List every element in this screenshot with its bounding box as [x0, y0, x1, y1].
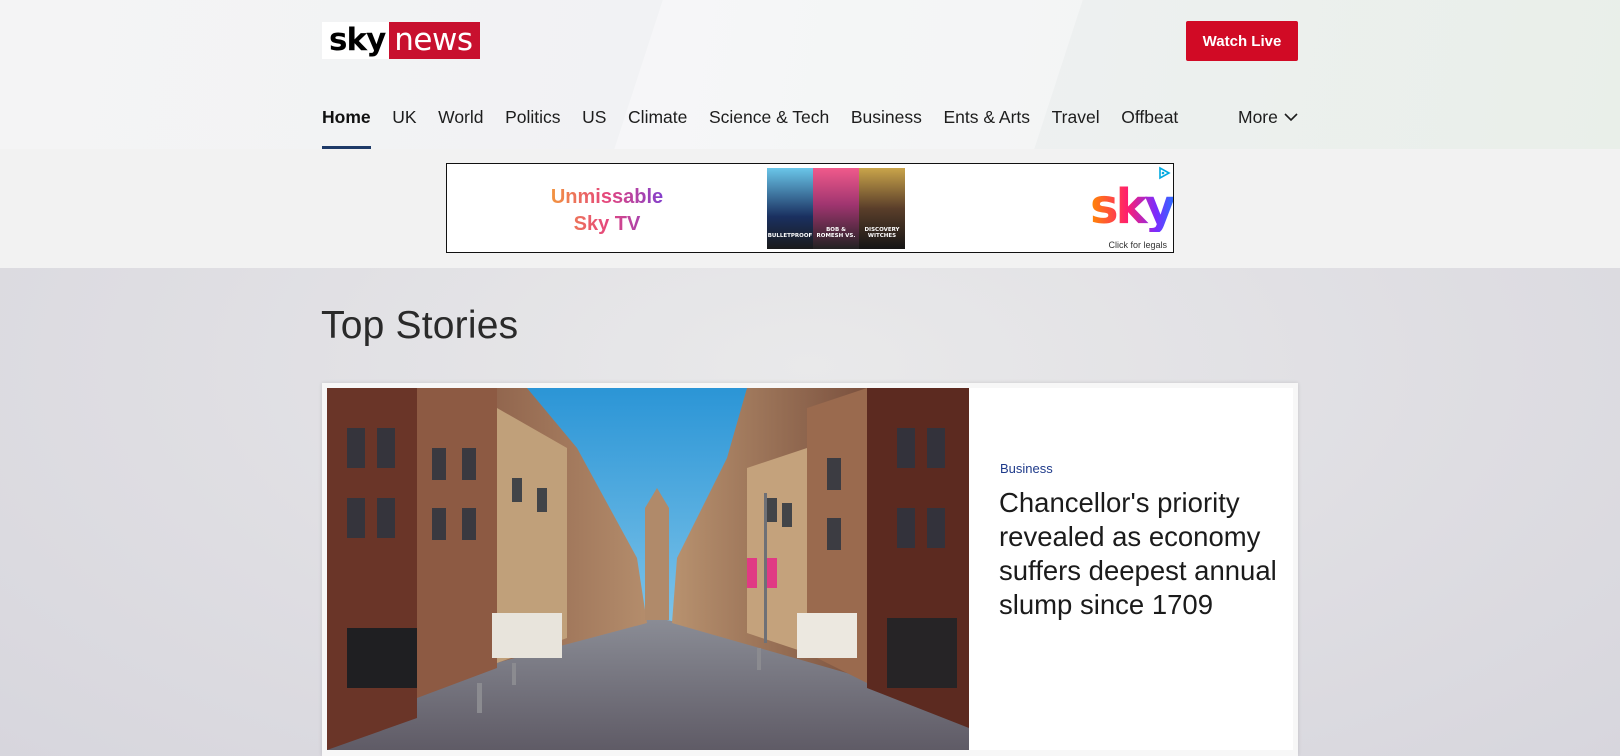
poster-panel-1: BULLETPROOF: [767, 168, 813, 249]
nav-item-science-tech[interactable]: Science & Tech: [709, 104, 829, 149]
nav-item-offbeat[interactable]: Offbeat: [1121, 104, 1178, 149]
section-title: Top Stories: [321, 304, 519, 347]
nav-item-uk[interactable]: UK: [392, 104, 416, 149]
nav-item-travel[interactable]: Travel: [1052, 104, 1100, 149]
ad-tagline-line1: Unmissable: [550, 186, 664, 208]
lead-story-body: Business Chancellor's priority revealed …: [969, 388, 1293, 750]
ad-tagline-line2: Sky TV: [573, 213, 641, 235]
story-headline[interactable]: Chancellor's priority revealed as econom…: [999, 486, 1289, 622]
poster-title-1: BULLETPROOF: [767, 233, 813, 239]
nav-item-home[interactable]: Home: [322, 104, 371, 149]
sky-news-logo[interactable]: sky news: [322, 22, 480, 59]
logo-sky-text: sky: [322, 22, 390, 59]
logo-news-text: news: [389, 22, 480, 59]
nav-item-us[interactable]: US: [582, 104, 606, 149]
poster-title-2: BOB & ROMESH VS.: [816, 227, 856, 239]
watch-live-button[interactable]: Watch Live: [1186, 21, 1298, 61]
more-label: More: [1238, 107, 1278, 127]
advert-band: Unmissable Sky TV BULLETPROOF BOB & ROME…: [0, 149, 1620, 268]
lead-story-card[interactable]: Business Chancellor's priority revealed …: [322, 383, 1298, 756]
poster-panel-2: BOB & ROMESH VS.: [813, 168, 859, 249]
nav-item-ents-arts[interactable]: Ents & Arts: [943, 104, 1030, 149]
story-category-link[interactable]: Business: [1000, 461, 1053, 476]
ad-poster-image: BULLETPROOF BOB & ROMESH VS. DISCOVERY W…: [767, 168, 905, 249]
chevron-down-icon: [1284, 113, 1298, 122]
lead-story-image[interactable]: [327, 388, 969, 750]
sky-tv-advert[interactable]: Unmissable Sky TV BULLETPROOF BOB & ROME…: [446, 163, 1176, 253]
nav-item-world[interactable]: World: [438, 104, 483, 149]
poster-title-3: DISCOVERY WITCHES: [864, 227, 900, 239]
ad-legal-link[interactable]: Click for legals: [1108, 240, 1167, 250]
masthead: sky news Watch Live Home UK World Politi…: [0, 0, 1620, 149]
main-nav: Home UK World Politics US Climate Scienc…: [322, 104, 1200, 149]
nav-item-business[interactable]: Business: [851, 104, 922, 149]
adchoices-icon[interactable]: [1157, 166, 1171, 180]
ad-tagline: Unmissable Sky TV: [547, 184, 667, 238]
nav-item-politics[interactable]: Politics: [505, 104, 560, 149]
ad-sky-logo: sky: [1090, 179, 1176, 235]
more-menu-button[interactable]: More: [1238, 104, 1298, 131]
empty-shopping-street-photo: [327, 388, 969, 750]
nav-item-climate[interactable]: Climate: [628, 104, 687, 149]
poster-panel-3: DISCOVERY WITCHES: [859, 168, 905, 249]
main-content: Top Stories Business Chancellor's priori…: [0, 268, 1620, 756]
